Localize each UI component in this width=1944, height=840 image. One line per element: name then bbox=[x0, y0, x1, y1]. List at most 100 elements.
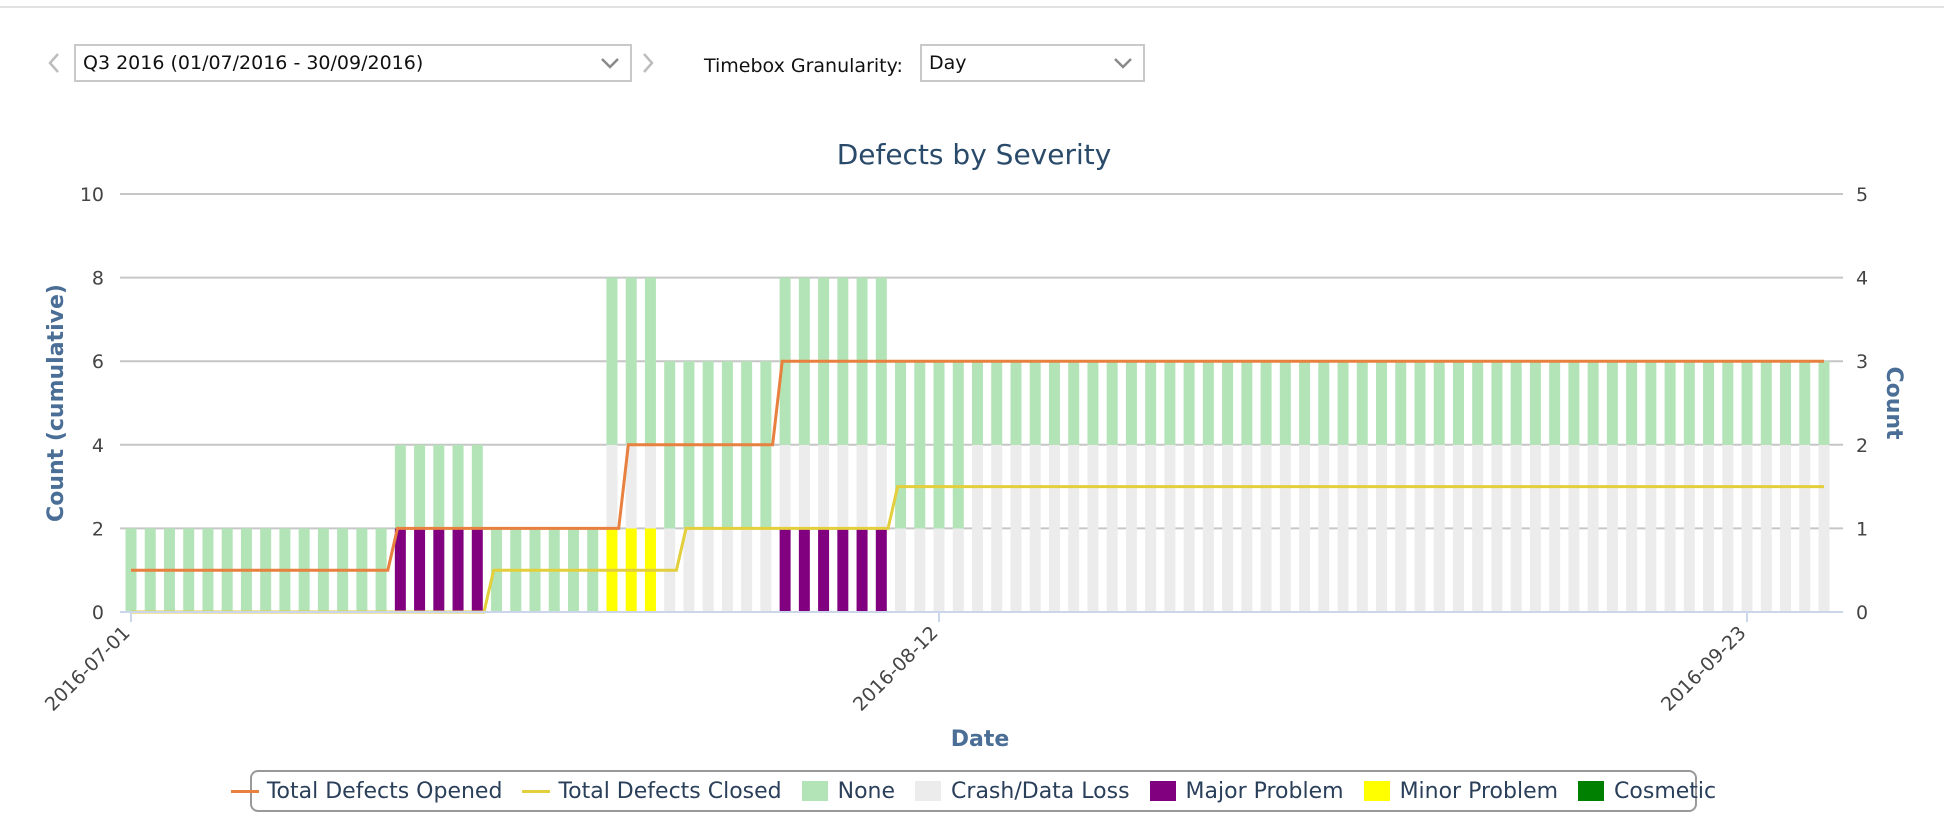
legend-item[interactable]: Cosmetic bbox=[1578, 779, 1716, 804]
bar-crash-data-loss bbox=[1145, 444, 1157, 612]
bar-none bbox=[1722, 361, 1734, 445]
bar-none bbox=[1433, 361, 1445, 445]
y-right-tick-label: 1 bbox=[1856, 518, 1868, 540]
bar-crash-data-loss bbox=[798, 444, 810, 529]
bar-crash-data-loss bbox=[1376, 444, 1388, 612]
bar-crash-data-loss bbox=[1087, 444, 1099, 612]
bar-crash-data-loss bbox=[721, 528, 733, 612]
legend-item[interactable]: Minor Problem bbox=[1363, 778, 1559, 804]
chart-legend: Total Defects Opened Total Defects Closed… bbox=[230, 770, 1716, 812]
bar-none bbox=[1241, 361, 1253, 445]
bar-crash-data-loss bbox=[1414, 444, 1426, 612]
bar-none bbox=[414, 444, 426, 529]
bar-none bbox=[1491, 361, 1503, 445]
y-tick-label: 2 bbox=[92, 518, 104, 540]
legend-label: Minor Problem bbox=[1399, 778, 1559, 804]
bar-none bbox=[1818, 361, 1830, 445]
bar-major-problem bbox=[779, 528, 791, 612]
bar-crash-data-loss bbox=[1760, 444, 1772, 612]
bar-crash-data-loss bbox=[1549, 444, 1561, 612]
bar-crash-data-loss bbox=[1491, 444, 1503, 612]
legend-swatch bbox=[1149, 781, 1176, 801]
y-tick-label: 0 bbox=[92, 602, 104, 624]
bar-none bbox=[471, 444, 483, 529]
bar-crash-data-loss bbox=[1164, 444, 1176, 612]
legend-swatch bbox=[915, 781, 942, 801]
bar-none bbox=[1125, 361, 1137, 445]
bar-crash-data-loss bbox=[991, 444, 1003, 612]
bar-crash-data-loss bbox=[1529, 444, 1541, 612]
bar-major-problem bbox=[433, 528, 445, 612]
bar-crash-data-loss bbox=[644, 444, 656, 529]
bar-none bbox=[1106, 361, 1118, 445]
bar-crash-data-loss bbox=[1048, 444, 1060, 612]
bar-none bbox=[1606, 361, 1618, 445]
bar-none bbox=[1010, 361, 1022, 445]
bar-crash-data-loss bbox=[1472, 444, 1484, 612]
bar-none bbox=[625, 277, 637, 445]
bar-crash-data-loss bbox=[1587, 444, 1599, 612]
bar-crash-data-loss bbox=[1799, 444, 1811, 612]
bar-crash-data-loss bbox=[760, 528, 772, 612]
bar-crash-data-loss bbox=[1626, 444, 1638, 612]
bar-crash-data-loss bbox=[1260, 444, 1272, 612]
bar-major-problem bbox=[837, 528, 849, 612]
bar-none bbox=[1145, 361, 1157, 445]
bar-none bbox=[1337, 361, 1349, 445]
bar-crash-data-loss bbox=[741, 528, 753, 612]
legend-swatch bbox=[1578, 781, 1605, 801]
defects-chart: Defects by Severity 0 2 4 6 8 10 0 1 2 3 4 5 2016-07… bbox=[41, 138, 1906, 752]
bar-none bbox=[1068, 361, 1080, 445]
bar-crash-data-loss bbox=[1780, 444, 1792, 612]
legend-item[interactable]: None bbox=[801, 779, 895, 804]
bar-crash-data-loss bbox=[779, 444, 791, 529]
bar-none bbox=[1452, 361, 1464, 445]
legend-item[interactable]: Total Defects Opened bbox=[230, 778, 503, 804]
bar-crash-data-loss bbox=[837, 444, 849, 529]
bar-crash-data-loss bbox=[1452, 444, 1464, 612]
y-right-tick-label: 5 bbox=[1856, 184, 1868, 206]
bar-none bbox=[914, 361, 926, 529]
bar-major-problem bbox=[798, 528, 810, 612]
bar-none bbox=[394, 444, 406, 529]
bar-crash-data-loss bbox=[702, 528, 714, 612]
x-tick-label: 2016-08-12 bbox=[849, 622, 943, 716]
y-tick-label: 4 bbox=[92, 435, 104, 457]
bar-crash-data-loss bbox=[933, 528, 945, 612]
bar-crash-data-loss bbox=[683, 528, 695, 612]
x-axis-title: Date bbox=[951, 727, 1010, 752]
bar-none bbox=[1780, 361, 1792, 445]
bar-crash-data-loss bbox=[1818, 444, 1830, 612]
bar-crash-data-loss bbox=[1722, 444, 1734, 612]
bar-crash-data-loss bbox=[1568, 444, 1580, 612]
bar-none bbox=[1029, 361, 1041, 445]
bar-crash-data-loss bbox=[1741, 444, 1753, 612]
legend-item[interactable]: Major Problem bbox=[1149, 779, 1344, 804]
legend-swatch bbox=[1363, 781, 1390, 801]
bar-none bbox=[1472, 361, 1484, 445]
bar-crash-data-loss bbox=[1645, 444, 1657, 612]
bar-crash-data-loss bbox=[856, 444, 868, 529]
bar-none bbox=[972, 361, 983, 445]
bar-crash-data-loss bbox=[1125, 444, 1137, 612]
bar-none bbox=[1260, 361, 1272, 445]
bar-crash-data-loss bbox=[972, 444, 983, 612]
bar-none bbox=[1568, 361, 1580, 445]
bar-crash-data-loss bbox=[1279, 444, 1291, 612]
bar-crash-data-loss bbox=[1183, 444, 1195, 612]
bar-crash-data-loss bbox=[1337, 444, 1349, 612]
bar-none bbox=[433, 444, 445, 529]
legend-item[interactable]: Total Defects Closed bbox=[522, 779, 782, 804]
bar-crash-data-loss bbox=[1010, 444, 1022, 612]
bar-none bbox=[952, 361, 964, 529]
y-right-tick-label: 4 bbox=[1856, 268, 1868, 290]
y-right-tick-label: 2 bbox=[1856, 435, 1868, 457]
bar-crash-data-loss bbox=[1703, 444, 1715, 612]
bar-crash-data-loss bbox=[1606, 444, 1618, 612]
legend-label: Total Defects Opened bbox=[266, 778, 503, 804]
bar-none bbox=[1164, 361, 1176, 445]
legend-item[interactable]: Crash/Data Loss bbox=[915, 779, 1130, 804]
x-tick-label: 2016-09-23 bbox=[1657, 622, 1751, 716]
bar-none bbox=[1587, 361, 1599, 445]
bar-none bbox=[1202, 361, 1214, 445]
